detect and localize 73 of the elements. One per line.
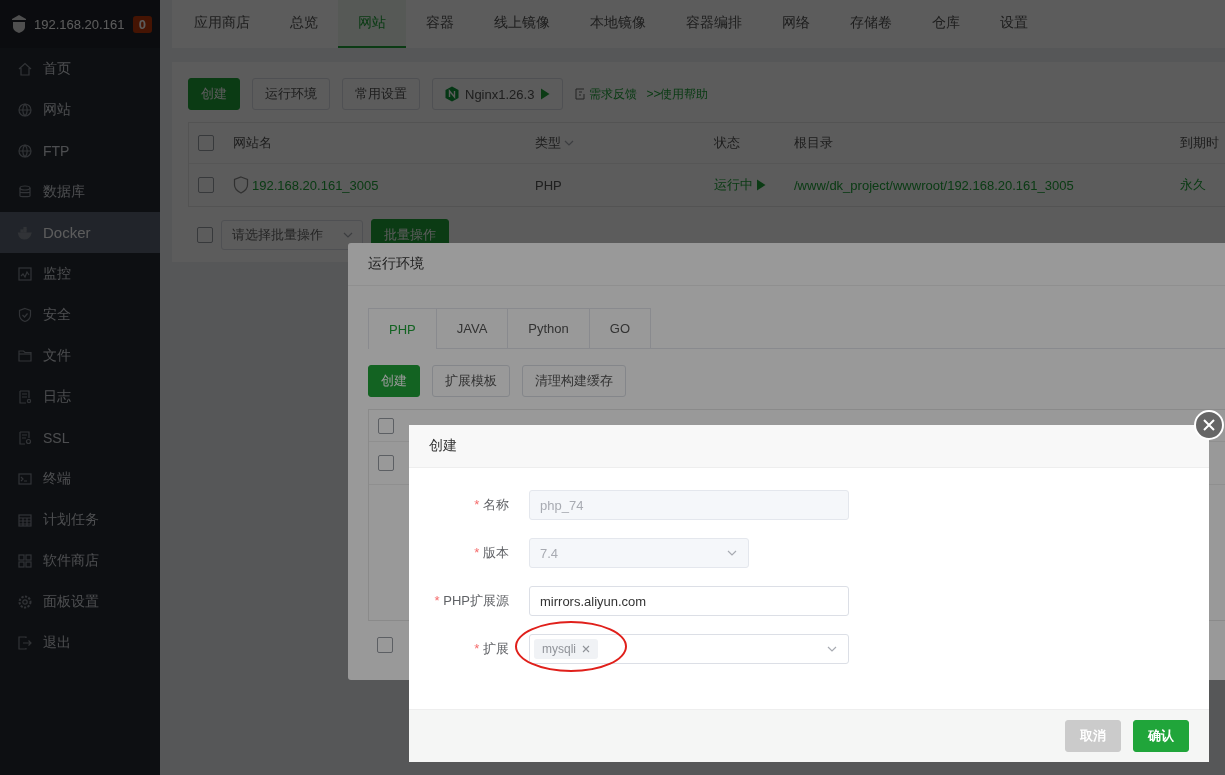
help-link[interactable]: >>使用帮助 xyxy=(646,85,709,103)
certificate-icon xyxy=(17,429,33,446)
field-label: * PHP扩展源 xyxy=(433,592,510,610)
dialog-title: 创建 xyxy=(429,437,457,455)
logo-icon xyxy=(10,14,28,34)
monitor-icon xyxy=(17,265,33,282)
globe-icon xyxy=(17,101,33,118)
nav-tab[interactable]: 容器编排 xyxy=(666,0,762,48)
status-text[interactable]: 运行中 xyxy=(714,176,753,194)
nav-tab[interactable]: 网站 xyxy=(338,0,406,48)
database-icon xyxy=(17,183,33,200)
feedback-link[interactable]: 需求反馈 xyxy=(589,85,638,103)
checkbox[interactable] xyxy=(197,227,213,243)
toolbar-button[interactable]: 运行环境 xyxy=(252,78,330,110)
field-label: * 名称 xyxy=(473,496,510,514)
column-header: 根目录 xyxy=(794,134,833,152)
create-button[interactable]: 创建 xyxy=(188,78,240,110)
play-icon xyxy=(540,88,551,100)
home-icon xyxy=(17,60,33,77)
root-path-link[interactable]: /www/dk_project/wwwroot/192.168.20.161_3005 xyxy=(794,177,1180,193)
nav-tab[interactable]: 本地镜像 xyxy=(570,0,666,48)
shield-icon xyxy=(233,176,249,194)
extension-select[interactable]: mysqli xyxy=(529,634,849,664)
confirm-button[interactable]: 确认 xyxy=(1133,720,1189,752)
calendar-icon xyxy=(17,511,33,528)
tab[interactable]: Python xyxy=(508,308,590,348)
nav-tab[interactable]: 存储卷 xyxy=(830,0,912,48)
toolbar-button[interactable]: 常用设置 xyxy=(342,78,420,110)
close-icon xyxy=(1202,418,1216,432)
nav-tab[interactable]: 容器 xyxy=(406,0,474,48)
checkbox[interactable] xyxy=(377,637,393,653)
folder-icon xyxy=(17,347,33,364)
site-link[interactable]: 192.168.20.161_3005 xyxy=(252,177,379,193)
host-address: 192.168.20.161 xyxy=(34,16,126,32)
grid-icon xyxy=(17,552,33,569)
nav-tab[interactable]: 设置 xyxy=(980,0,1048,48)
toolbar-button[interactable]: 扩展模板 xyxy=(432,365,510,397)
checkbox[interactable] xyxy=(378,455,394,471)
create-button[interactable]: 创建 xyxy=(368,365,420,397)
nav-tab[interactable]: 应用商店 xyxy=(174,0,270,48)
tab[interactable]: JAVA xyxy=(436,308,509,348)
hexagon-icon xyxy=(445,86,459,102)
nginx-button[interactable]: Nginx1.26.3 xyxy=(432,78,564,110)
play-icon xyxy=(756,179,766,191)
column-header: 状态 xyxy=(714,134,740,152)
document-icon xyxy=(17,388,33,405)
column-header: 网站名 xyxy=(233,134,272,152)
close-icon[interactable] xyxy=(582,645,590,653)
column-header: 类型 xyxy=(535,134,561,152)
settings-icon xyxy=(17,593,33,610)
field-label: * 扩展 xyxy=(473,640,510,658)
field-label: * 版本 xyxy=(473,544,510,562)
terminal-icon xyxy=(17,470,33,487)
checkbox[interactable] xyxy=(378,417,394,434)
exit-icon xyxy=(17,634,33,651)
nav-tab[interactable]: 总览 xyxy=(270,0,338,48)
table-cell-text: PHP xyxy=(535,177,563,193)
globe-icon xyxy=(17,142,33,159)
table-cell-text: 永久 xyxy=(1180,176,1207,194)
nav-tab[interactable]: 仓库 xyxy=(912,0,980,48)
shield-icon xyxy=(17,306,33,323)
notification-badge: 0 xyxy=(132,15,152,33)
dialog-title: 运行环境 xyxy=(368,255,424,273)
extension-tag: mysqli xyxy=(534,639,598,659)
tab[interactable]: GO xyxy=(589,308,652,348)
text-field[interactable]: mirrors.aliyun.com xyxy=(529,586,849,616)
nav-tab[interactable]: 网络 xyxy=(762,0,830,48)
column-header: 到期时 xyxy=(1180,134,1219,152)
checkbox[interactable] xyxy=(198,135,214,151)
edit-icon xyxy=(575,88,587,100)
toolbar-button[interactable]: 清理构建缓存 xyxy=(522,365,626,397)
checkbox[interactable] xyxy=(198,177,214,193)
tab[interactable]: PHP xyxy=(368,308,437,349)
